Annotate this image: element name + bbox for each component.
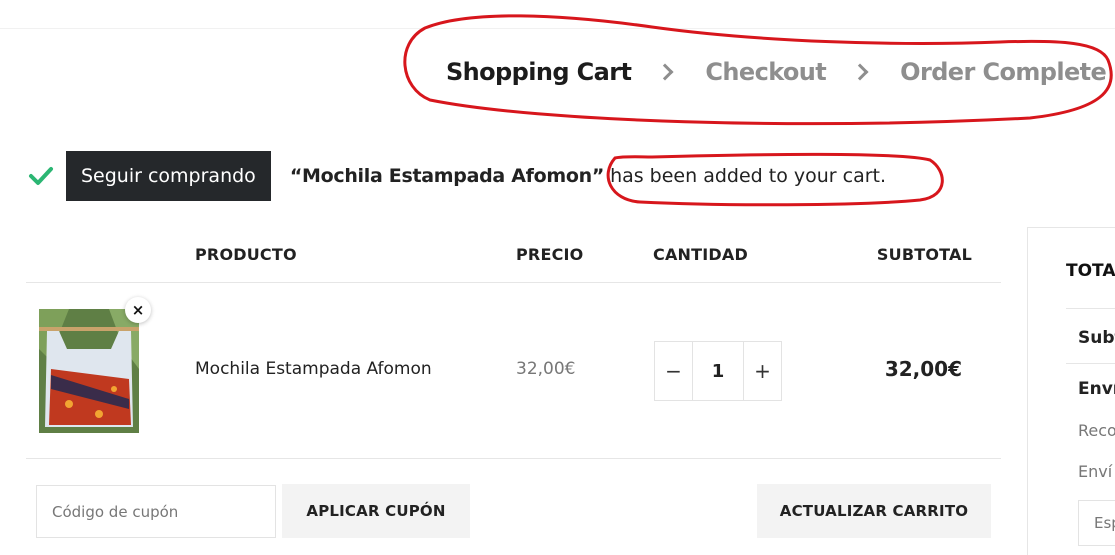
table-header: PRODUCTO PRECIO CANTIDAD SUBTOTAL <box>26 228 1001 283</box>
apply-coupon-button[interactable]: APLICAR CUPÓN <box>282 484 470 538</box>
quantity-stepper: − 1 + <box>654 341 782 401</box>
checkmark-icon <box>29 167 53 185</box>
table-row: × Mochila Estampada Afomon 32,00€ − 1 + … <box>26 283 1001 459</box>
continue-shopping-button[interactable]: Seguir comprando <box>66 151 271 201</box>
product-price: 32,00€ <box>516 359 576 379</box>
quantity-decrease-button[interactable]: − <box>655 342 692 400</box>
shipping-option-pickup[interactable]: Reco <box>1078 421 1115 440</box>
header-product: PRODUCTO <box>195 245 297 264</box>
totals-title: TOTA <box>1066 261 1115 281</box>
quantity-input[interactable]: 1 <box>692 342 744 400</box>
step-shopping-cart[interactable]: Shopping Cart <box>446 58 632 86</box>
product-name-link[interactable]: Mochila Estampada Afomon <box>195 359 432 379</box>
country-select[interactable]: Esp <box>1078 500 1115 546</box>
product-thumbnail[interactable] <box>39 309 139 433</box>
product-subtotal: 32,00€ <box>884 357 962 381</box>
step-order-complete: Order Complete <box>900 58 1107 86</box>
header-price: PRECIO <box>516 245 584 264</box>
divider <box>1066 363 1115 364</box>
remove-item-button[interactable]: × <box>125 297 151 323</box>
notice-message: has been added to your cart. <box>610 165 887 187</box>
quantity-increase-button[interactable]: + <box>744 342 781 400</box>
cart-notice: Seguir comprando “Mochila Estampada Afom… <box>28 151 886 201</box>
cart-table: PRODUCTO PRECIO CANTIDAD SUBTOTAL × Moch… <box>26 228 1001 459</box>
checkout-steps: Shopping Cart Checkout Order Complete <box>446 55 1107 89</box>
header-subtotal: SUBTOTAL <box>876 245 972 264</box>
chevron-right-icon <box>656 63 674 81</box>
shipping-option-send[interactable]: Enví <box>1078 462 1112 481</box>
header-quantity: CANTIDAD <box>653 245 748 264</box>
step-checkout[interactable]: Checkout <box>705 58 826 86</box>
update-cart-button[interactable]: ACTUALIZAR CARRITO <box>757 484 991 538</box>
totals-shipping-label: Enví <box>1078 379 1115 399</box>
coupon-input[interactable]: Código de cupón <box>36 485 276 538</box>
chevron-right-icon <box>851 63 869 81</box>
cart-totals-panel: TOTA Subt Enví Reco Enví Esp <box>1027 227 1115 555</box>
totals-subtotal-label: Subt <box>1078 328 1115 348</box>
notice-product-name: “Mochila Estampada Afomon” <box>289 165 605 187</box>
header-divider <box>0 28 1115 29</box>
divider <box>1066 308 1115 309</box>
